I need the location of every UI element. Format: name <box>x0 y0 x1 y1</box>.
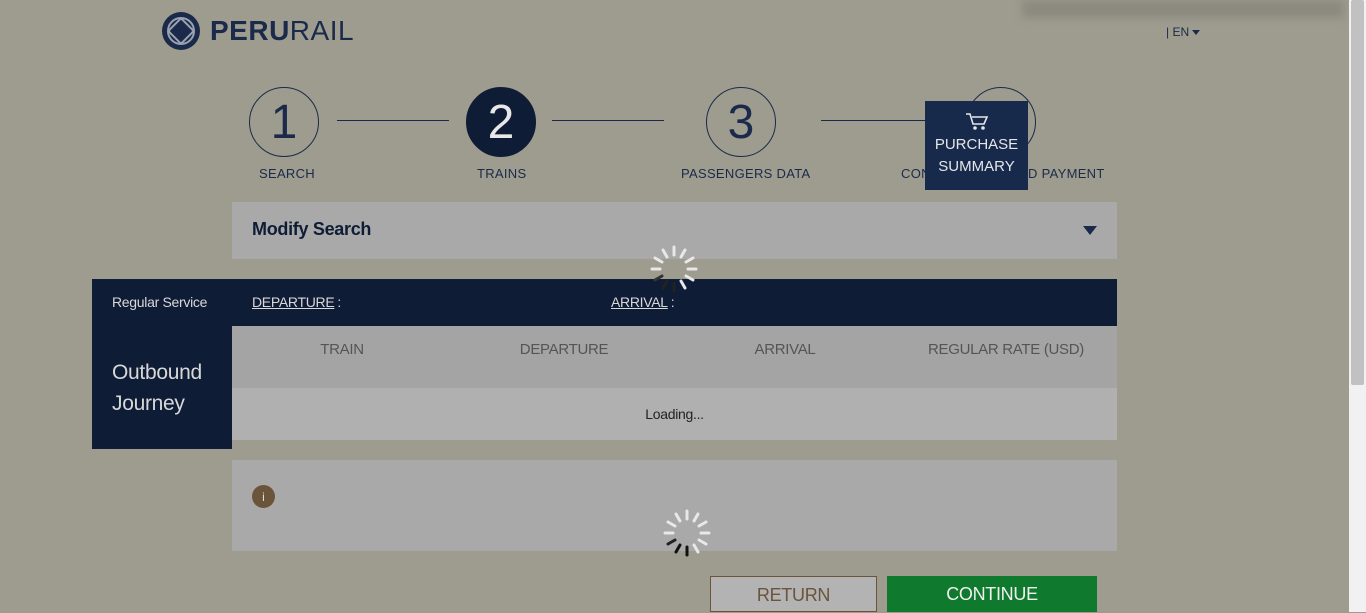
chevron-down-icon <box>1192 30 1201 36</box>
overlay-shadow <box>1022 0 1344 18</box>
cart-icon <box>965 113 988 130</box>
step-3-label: PASSENGERS DATA <box>681 166 811 181</box>
logo-text: PERURAIL <box>210 15 355 46</box>
step-1-circle: 1 <box>249 87 319 157</box>
step-1-label: SEARCH <box>259 166 315 181</box>
loading-text: Loading... <box>645 406 704 422</box>
purchase-summary-line1: PURCHASE <box>934 136 1019 153</box>
step-2-circle: 2 <box>466 87 536 157</box>
service-type-label: Regular Service <box>112 294 208 310</box>
caret-down-icon[interactable] <box>1083 226 1097 235</box>
loading-spinner-icon <box>650 245 698 293</box>
arrival-link[interactable]: ARRIVAL: <box>611 294 675 310</box>
logo-emblem-icon <box>162 12 200 50</box>
step-3-circle: 3 <box>706 87 776 157</box>
train-table-loading-row: Loading... <box>232 388 1117 440</box>
return-button[interactable]: RETURN <box>710 576 877 612</box>
language-selector[interactable]: | EN <box>1166 25 1201 39</box>
loading-spinner-icon <box>663 509 711 557</box>
scrollbar-thumb[interactable] <box>1351 0 1364 385</box>
language-label: | EN <box>1166 25 1190 39</box>
train-table-header: TRAIN DEPARTURE ARRIVAL REGULAR RATE (US… <box>232 326 1117 388</box>
step-2-label: TRAINS <box>477 166 527 181</box>
purchase-summary-button[interactable]: PURCHASE SUMMARY <box>925 101 1028 190</box>
column-departure: DEPARTURE <box>519 341 609 358</box>
column-regular-rate: REGULAR RATE (USD) <box>927 341 1084 358</box>
departure-link[interactable]: DEPARTURE: <box>252 294 341 310</box>
perurail-logo[interactable]: PERURAIL <box>162 12 354 50</box>
journey-title: Outbound Journey <box>112 361 202 415</box>
step-connector <box>552 120 664 121</box>
column-train: TRAIN <box>320 341 364 358</box>
step-connector <box>821 120 933 121</box>
continue-button[interactable]: CONTINUE <box>887 576 1097 612</box>
column-arrival: ARRIVAL <box>754 341 816 358</box>
info-icon: i <box>252 485 275 508</box>
vertical-scrollbar[interactable] <box>1349 0 1366 612</box>
purchase-summary-line2: SUMMARY <box>938 158 1015 175</box>
journey-side-panel: Regular Service Outbound Journey <box>92 279 232 449</box>
modify-search-title: Modify Search <box>252 219 372 239</box>
step-4-label-end: D PAYMENT <box>1028 166 1105 181</box>
step-connector <box>337 120 449 121</box>
